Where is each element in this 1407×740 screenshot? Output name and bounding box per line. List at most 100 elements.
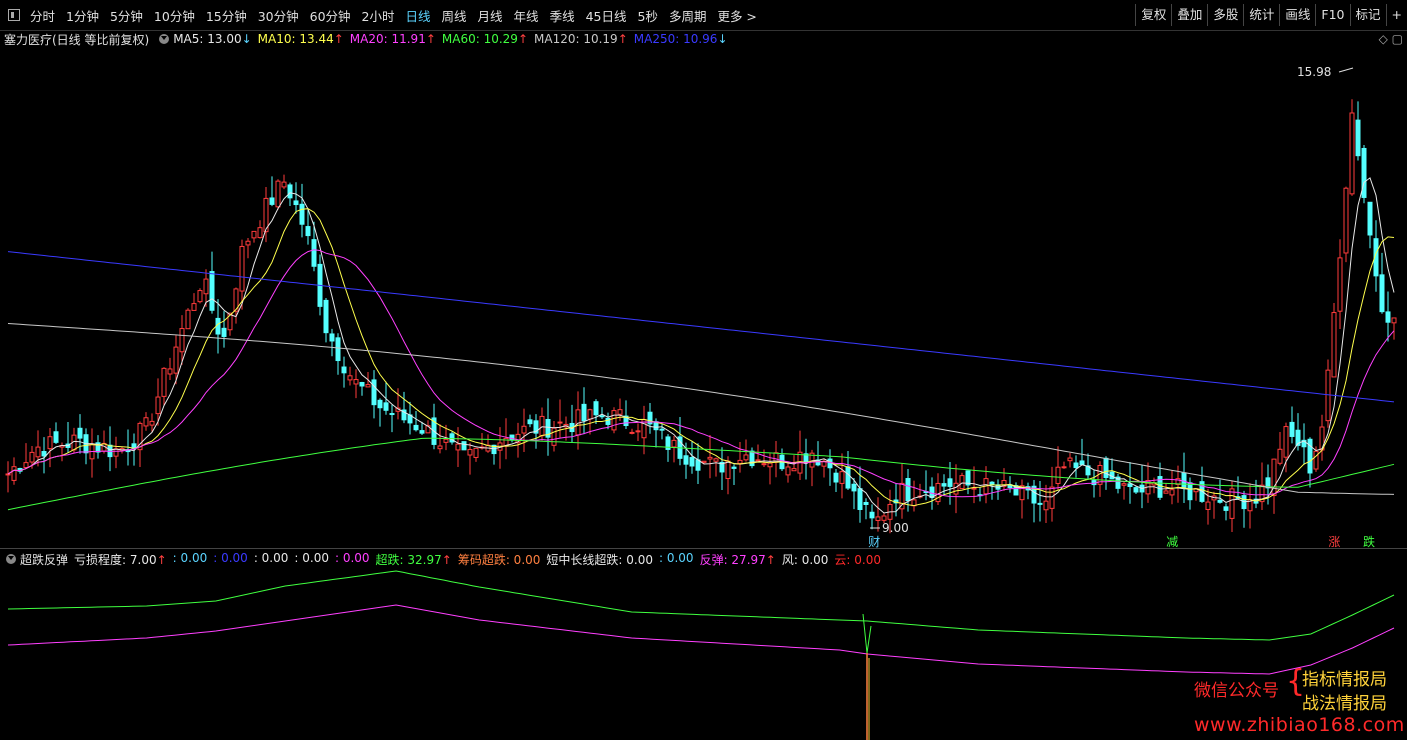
candle (575, 391, 581, 450)
candle-body (191, 303, 197, 311)
period-tab-3[interactable]: 10分钟 (154, 6, 195, 25)
candle (23, 443, 29, 469)
candle (641, 405, 647, 455)
indicator-legend-item-label: 风: 0.00 (781, 552, 829, 567)
candle (473, 447, 479, 462)
candle (461, 441, 467, 451)
period-tab-12[interactable]: 季线 (550, 6, 575, 25)
candle (1319, 414, 1325, 461)
candle (587, 408, 593, 435)
ma-legend-item-arrow: ↓ (241, 32, 252, 46)
candle (965, 470, 971, 495)
tool-tab-1[interactable]: 叠加 (1171, 4, 1207, 26)
indicator-legend-item-5: : 0.00 (335, 551, 370, 568)
indicator-legend-item-label: : 0.00 (294, 550, 329, 565)
panel-divider[interactable] (0, 548, 1407, 549)
candle (953, 464, 959, 514)
chaodie-spike (862, 613, 872, 654)
candle-body (731, 466, 737, 469)
candle-body (287, 184, 293, 199)
candle (5, 461, 11, 493)
tool-tab-6[interactable]: 标记 (1349, 4, 1386, 26)
watermark-url: www.zhibiao168.com (1194, 714, 1405, 736)
candle (629, 428, 635, 435)
period-tab-4[interactable]: 15分钟 (206, 6, 247, 25)
candle-body (599, 415, 605, 418)
candle (1379, 252, 1385, 314)
candle-body (347, 375, 353, 381)
indicator-legend-item-label: : 0.00 (253, 550, 289, 565)
candle (1169, 469, 1175, 505)
candle-body (1229, 488, 1235, 519)
candle-body (683, 455, 689, 465)
candles (5, 99, 1397, 534)
candle-body (1163, 490, 1169, 494)
candle-body (359, 381, 365, 387)
candle (161, 367, 167, 406)
candle-body (1079, 460, 1085, 466)
tool-tab-5[interactable]: F10 (1315, 4, 1349, 26)
chart-options-icons[interactable]: ◇ ▢ (1379, 32, 1403, 46)
period-tab-2[interactable]: 5分钟 (110, 6, 143, 25)
candle (923, 470, 929, 501)
candle-body (851, 483, 857, 492)
candle-body (755, 459, 761, 462)
period-tab-14[interactable]: 5秒 (637, 6, 657, 25)
candle (467, 442, 473, 475)
candle-body (833, 472, 839, 483)
indicator-menu-icon[interactable] (6, 554, 16, 564)
candle (521, 408, 527, 452)
tool-tab-2[interactable]: 多股 (1207, 4, 1243, 26)
tool-tab-3[interactable]: 统计 (1243, 4, 1279, 26)
candle (275, 179, 281, 210)
candle-body (587, 409, 593, 420)
period-tab-15[interactable]: 多周期 (669, 6, 707, 25)
tool-tab-4[interactable]: 画线 (1279, 4, 1315, 26)
candle-body (785, 466, 791, 476)
period-tab-16[interactable]: 更多 > (717, 6, 756, 25)
candle-body (941, 483, 947, 487)
candle-body (467, 449, 473, 456)
candle-body (47, 436, 53, 450)
candle-body (557, 421, 563, 424)
candle-body (1073, 462, 1079, 469)
period-tab-7[interactable]: 2小时 (362, 6, 395, 25)
panel-toggle-icon[interactable] (8, 9, 20, 21)
ma-legend-item-arrow: ↑ (617, 32, 628, 46)
candle-body (179, 328, 185, 353)
candle (1097, 461, 1103, 497)
period-tab-1[interactable]: 1分钟 (66, 6, 99, 25)
candle (353, 369, 359, 399)
period-tab-5[interactable]: 30分钟 (258, 6, 299, 25)
candle (281, 174, 287, 190)
period-tab-6[interactable]: 60分钟 (310, 6, 351, 25)
tool-tab-0[interactable]: 复权 (1135, 4, 1171, 26)
period-tab-0[interactable]: 分时 (30, 6, 55, 25)
candle-body (149, 420, 155, 426)
period-tab-10[interactable]: 月线 (478, 6, 503, 25)
candle (689, 441, 695, 474)
candle-body (221, 327, 227, 337)
indicator-legend-item-12: 云: 0.00 (834, 551, 881, 568)
candle-body (713, 458, 719, 462)
period-tab-13[interactable]: 45日线 (586, 6, 627, 25)
candle-body (1277, 448, 1283, 464)
candlestick-chart[interactable]: 15.98 9.00财 减 涨 跌 (0, 48, 1407, 548)
indicator-legend-item-9: : 0.00 (659, 551, 694, 568)
candle-body (299, 203, 305, 225)
period-tab-11[interactable]: 年线 (514, 6, 539, 25)
candle (251, 230, 257, 243)
candle-body (161, 367, 167, 397)
candle (593, 399, 599, 425)
candle (1133, 486, 1139, 495)
period-tab-9[interactable]: 周线 (442, 6, 467, 25)
candle (527, 414, 533, 428)
indicator-menu-icon[interactable] (159, 34, 170, 44)
candle-body (113, 448, 119, 457)
tool-tab-7[interactable]: + (1385, 4, 1407, 26)
period-tab-8[interactable]: 日线 (406, 6, 431, 25)
candle-body (947, 478, 953, 487)
candle (293, 182, 299, 214)
candle (341, 356, 347, 388)
candle (1325, 359, 1331, 428)
